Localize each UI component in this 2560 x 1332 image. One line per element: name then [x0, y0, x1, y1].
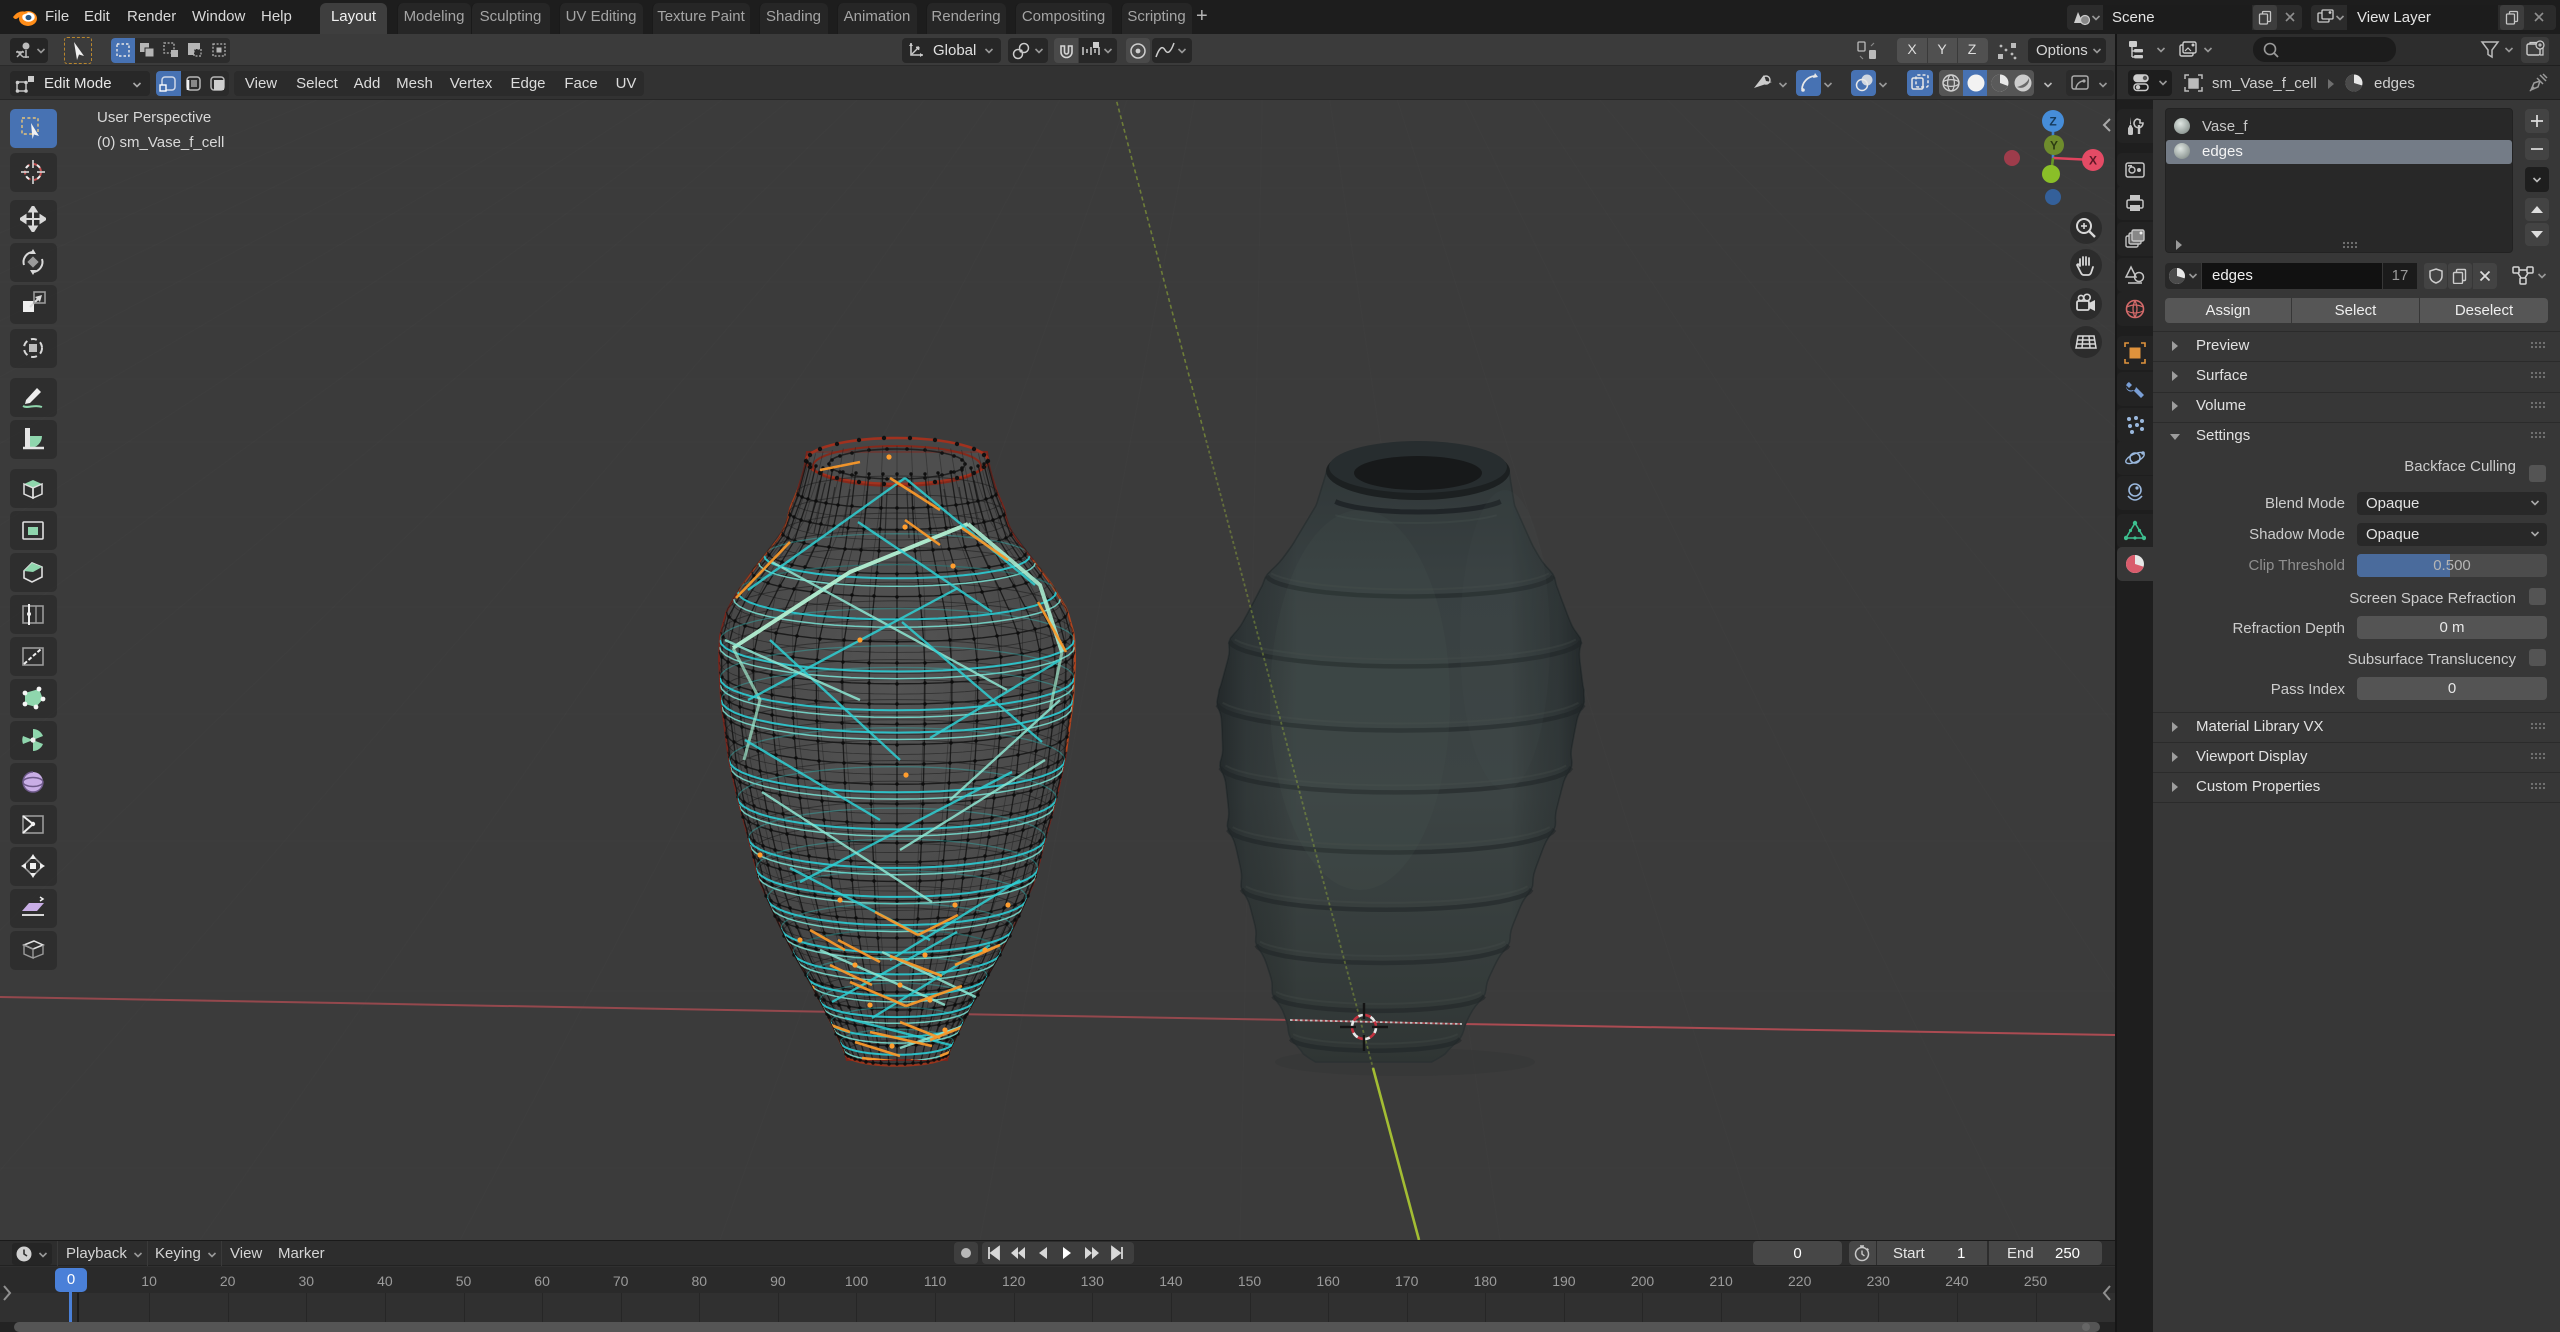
- svg-text:Z: Z: [2049, 115, 2056, 129]
- svg-text:Y: Y: [2050, 139, 2058, 153]
- svg-text:X: X: [2089, 154, 2097, 168]
